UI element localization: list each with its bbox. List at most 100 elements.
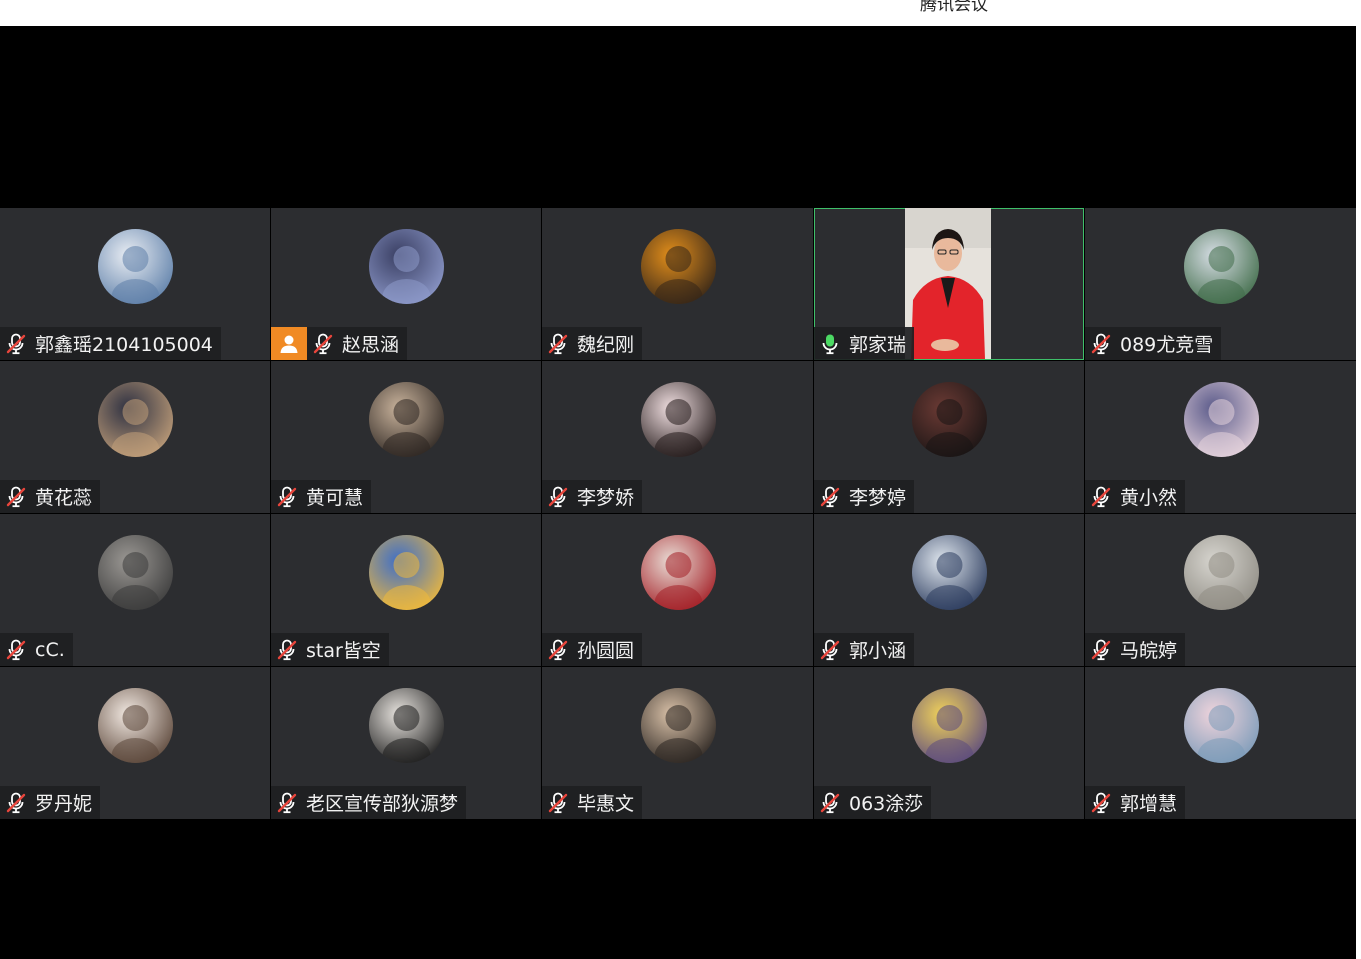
mic-muted-icon[interactable]: [6, 486, 26, 508]
mic-muted-icon[interactable]: [277, 792, 297, 814]
participant-name: 063涂莎: [849, 793, 924, 815]
participant-name: 郭小涵: [849, 640, 907, 662]
participant-grid: 郭鑫瑶2104105004 赵思涵 魏纪刚 郭家瑞 089尤竞雪黄花蕊 黄可慧 李梦娇 李梦婷…: [0, 208, 1356, 820]
participant-tile[interactable]: 郭小涵: [814, 514, 1084, 666]
mic-muted-icon[interactable]: [1091, 792, 1111, 814]
mic-muted-icon[interactable]: [820, 486, 840, 508]
anime-sketch-avatar: [1183, 688, 1259, 763]
participant-name: 李梦婷: [849, 487, 907, 509]
cat-sketch-avatar: [98, 535, 173, 610]
participant-name-tag: 黄可慧: [271, 480, 372, 513]
participant-tile[interactable]: 毕惠文: [542, 667, 813, 819]
participant-tile[interactable]: 罗丹妮: [0, 667, 270, 819]
participant-name: cC.: [35, 638, 65, 661]
mic-muted-icon[interactable]: [548, 333, 568, 355]
participant-name: 郭增慧: [1120, 793, 1178, 815]
mic-muted-icon[interactable]: [820, 792, 840, 814]
participant-name-tag: 063涂莎: [814, 786, 932, 819]
participant-name: 孙圆圆: [577, 640, 635, 662]
participant-name-tag: 郭增慧: [1085, 786, 1186, 819]
participant-name-tag: 郭小涵: [814, 633, 915, 666]
participant-tile[interactable]: cC.: [0, 514, 270, 666]
girl-selfie-avatar: [640, 382, 716, 457]
participant-name-tag: 李梦娇: [542, 480, 643, 513]
participant-tile[interactable]: 赵思涵: [271, 208, 541, 360]
participant-name-tag: 马皖婷: [1085, 633, 1186, 666]
participant-tile[interactable]: 郭鑫瑶2104105004: [0, 208, 270, 360]
participant-name-tag: 赵思涵: [307, 327, 408, 360]
participant-name: 李梦娇: [577, 487, 635, 509]
participant-tile[interactable]: 郭家瑞: [814, 208, 1084, 360]
participant-name: 黄花蕊: [35, 487, 93, 509]
participant-name: 黄小然: [1120, 487, 1178, 509]
anime-witch-avatar: [1183, 229, 1259, 304]
participant-name: 郭家瑞: [849, 334, 907, 356]
participant-tile[interactable]: 李梦娇: [542, 361, 813, 513]
participant-name-tag: 黄小然: [1085, 480, 1186, 513]
mic-muted-icon[interactable]: [1091, 486, 1111, 508]
title-bar: 腾讯会议: [0, 0, 1361, 26]
participant-name: 赵思涵: [342, 334, 400, 356]
mic-muted-icon[interactable]: [1091, 333, 1111, 355]
participant-tile[interactable]: 李梦婷: [814, 361, 1084, 513]
participant-name: 马皖婷: [1120, 640, 1178, 662]
participant-tile[interactable]: 089尤竞雪: [1085, 208, 1356, 360]
flower-painting-avatar: [912, 688, 987, 763]
participant-name-tag: 罗丹妮: [0, 786, 101, 819]
mic-muted-icon[interactable]: [820, 639, 840, 661]
participant-name-tag: star皆空: [271, 633, 389, 666]
user-icon: [280, 335, 298, 353]
window-title: 腾讯会议: [920, 0, 988, 15]
participant-name-tag: 老区宣传部狄源梦: [271, 786, 467, 819]
mic-on-icon[interactable]: [820, 333, 840, 355]
participant-tile[interactable]: 063涂莎: [814, 667, 1084, 819]
participant-tile[interactable]: 马皖婷: [1085, 514, 1356, 666]
participant-tile[interactable]: 孙圆圆: [542, 514, 813, 666]
girl-portrait-avatar: [369, 382, 444, 457]
participant-tile[interactable]: 黄可慧: [271, 361, 541, 513]
robot-avatar: [98, 229, 173, 304]
participant-name: 毕惠文: [577, 793, 635, 815]
mic-muted-icon[interactable]: [548, 486, 568, 508]
participant-tile[interactable]: 郭增慧: [1085, 667, 1356, 819]
participant-name: 魏纪刚: [577, 334, 635, 356]
participant-tile[interactable]: 魏纪刚: [542, 208, 813, 360]
participant-name-tag: 089尤竞雪: [1085, 327, 1222, 360]
participant-tile[interactable]: 黄花蕊: [0, 361, 270, 513]
participant-name: 089尤竞雪: [1120, 334, 1214, 356]
mic-muted-icon[interactable]: [548, 639, 568, 661]
boy-avatar: [640, 229, 716, 304]
red-dress-avatar: [640, 535, 716, 610]
participant-name: 郭鑫瑶2104105004: [35, 334, 213, 356]
participant-tile[interactable]: 黄小然: [1085, 361, 1356, 513]
night-photo-avatar: [98, 382, 173, 457]
couple-avatar: [912, 382, 987, 457]
mic-muted-icon[interactable]: [313, 333, 333, 355]
mic-muted-icon[interactable]: [1091, 639, 1111, 661]
participant-tile[interactable]: star皆空: [271, 514, 541, 666]
participant-name: 老区宣传部狄源梦: [306, 793, 459, 815]
participant-name-tag: 毕惠文: [542, 786, 643, 819]
participant-name: 罗丹妮: [35, 793, 93, 815]
lotus-avatar: [369, 535, 444, 610]
mic-muted-icon[interactable]: [548, 792, 568, 814]
participant-tile[interactable]: 老区宣传部狄源梦: [271, 667, 541, 819]
mic-muted-icon[interactable]: [6, 639, 26, 661]
participant-video: [905, 208, 991, 359]
window-edge: [1356, 26, 1361, 959]
participant-name-tag: 黄花蕊: [0, 480, 101, 513]
participant-name-tag: 郭鑫瑶2104105004: [0, 327, 221, 360]
mic-muted-icon[interactable]: [6, 333, 26, 355]
participant-name-tag: 魏纪刚: [542, 327, 643, 360]
participant-name-tag: 郭家瑞: [814, 327, 915, 360]
mic-muted-icon[interactable]: [277, 486, 297, 508]
night-figure-avatar: [369, 229, 444, 304]
anime-girl-avatar: [1183, 382, 1259, 457]
laptop-cartoon-avatar: [369, 688, 444, 763]
mic-muted-icon[interactable]: [277, 639, 297, 661]
participant-name: star皆空: [306, 640, 381, 662]
user-badge: [271, 327, 307, 360]
dragon-coin-avatar: [1183, 535, 1259, 610]
participant-name-tag: cC.: [0, 633, 73, 666]
mic-muted-icon[interactable]: [6, 792, 26, 814]
